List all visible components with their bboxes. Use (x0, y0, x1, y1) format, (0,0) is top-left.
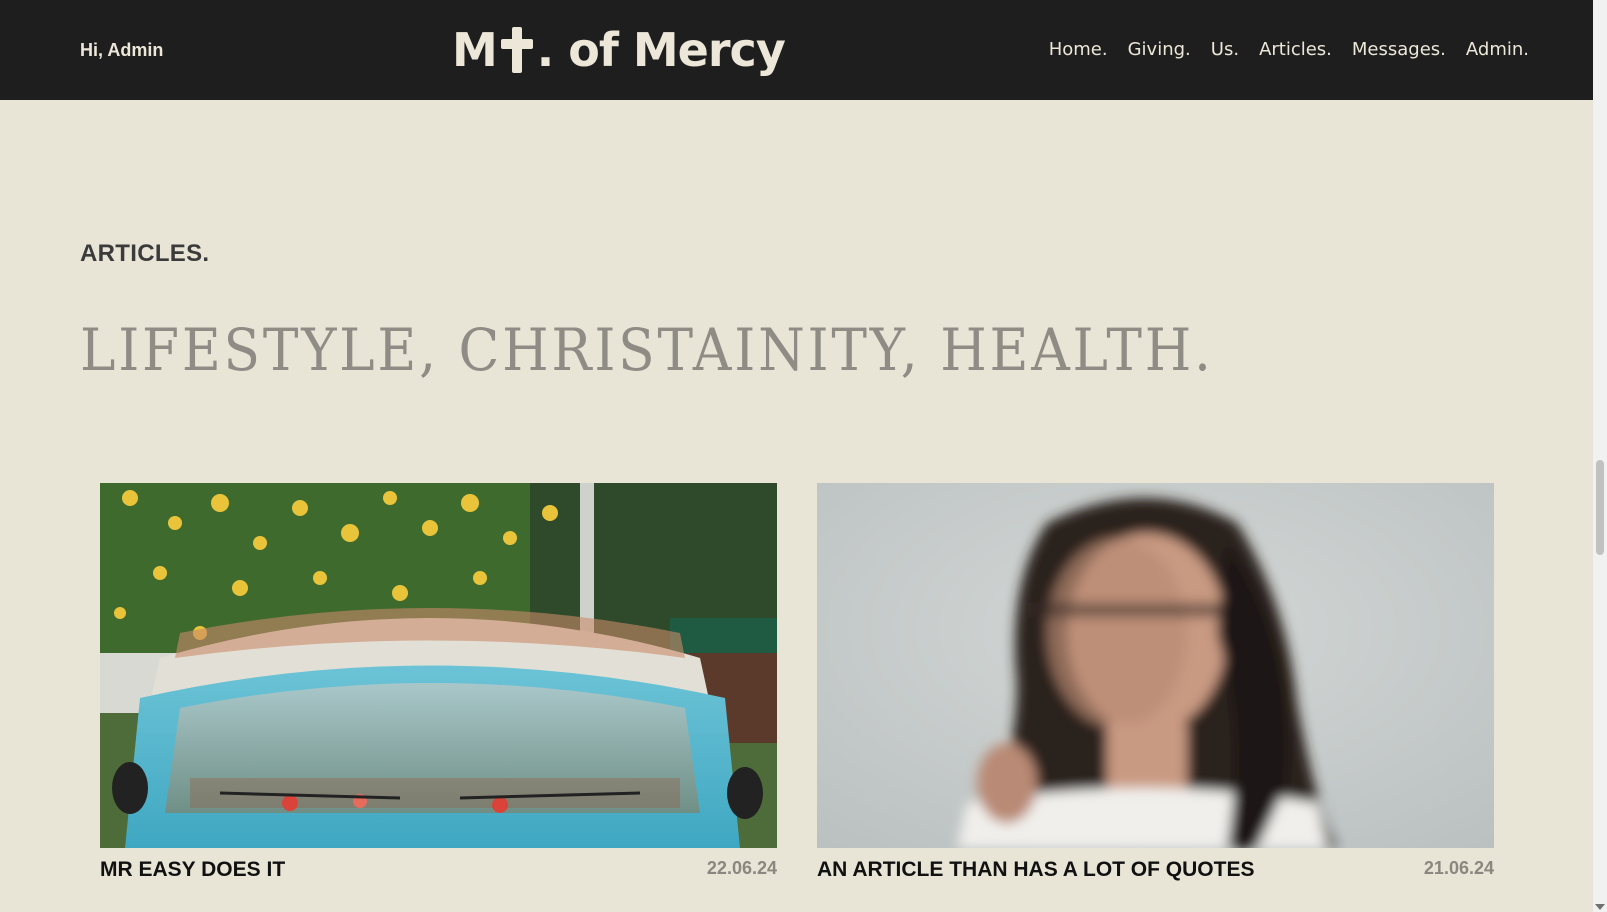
page-scrollbar[interactable] (1593, 0, 1607, 912)
scrollbar-thumb[interactable] (1596, 460, 1604, 555)
article-image-van[interactable] (100, 483, 777, 848)
section-label: ARTICLES. (80, 240, 210, 267)
logo-text-prefix: M (452, 23, 498, 77)
main-nav: Home. Giving. Us. Articles. Messages. Ad… (1049, 39, 1529, 60)
nav-us[interactable]: Us. (1211, 39, 1239, 60)
article-title[interactable]: AN ARTICLE THAN HAS A LOT OF QUOTES (817, 858, 1254, 882)
cross-icon (499, 25, 535, 75)
article-meta: AN ARTICLE THAN HAS A LOT OF QUOTES 21.0… (817, 858, 1494, 898)
article-date: 22.06.24 (706, 858, 777, 878)
user-greeting: Hi, Admin (80, 40, 164, 60)
article-card: MR EASY DOES IT 22.06.24 (100, 483, 777, 898)
top-navigation-bar: Hi, Admin M . of Mercy Home. Giving. Us.… (0, 0, 1593, 100)
article-meta: MR EASY DOES IT 22.06.24 (100, 858, 777, 898)
article-card: AN ARTICLE THAN HAS A LOT OF QUOTES 21.0… (817, 483, 1494, 898)
logo-text-suffix: . of Mercy (536, 23, 786, 77)
section-title: LIFESTYLE, CHRISTAINITY, HEALTH. (80, 316, 1214, 384)
site-logo[interactable]: M . of Mercy (452, 22, 786, 78)
nav-admin[interactable]: Admin. (1466, 39, 1529, 60)
article-image-woman[interactable] (817, 483, 1494, 848)
article-title[interactable]: MR EASY DOES IT (100, 858, 285, 882)
nav-giving[interactable]: Giving. (1128, 39, 1191, 60)
article-date: 21.06.24 (1423, 858, 1494, 878)
nav-messages[interactable]: Messages. (1352, 39, 1446, 60)
scroll-down-arrow-icon[interactable] (1595, 904, 1605, 910)
nav-articles[interactable]: Articles. (1259, 39, 1332, 60)
nav-home[interactable]: Home. (1049, 39, 1108, 60)
